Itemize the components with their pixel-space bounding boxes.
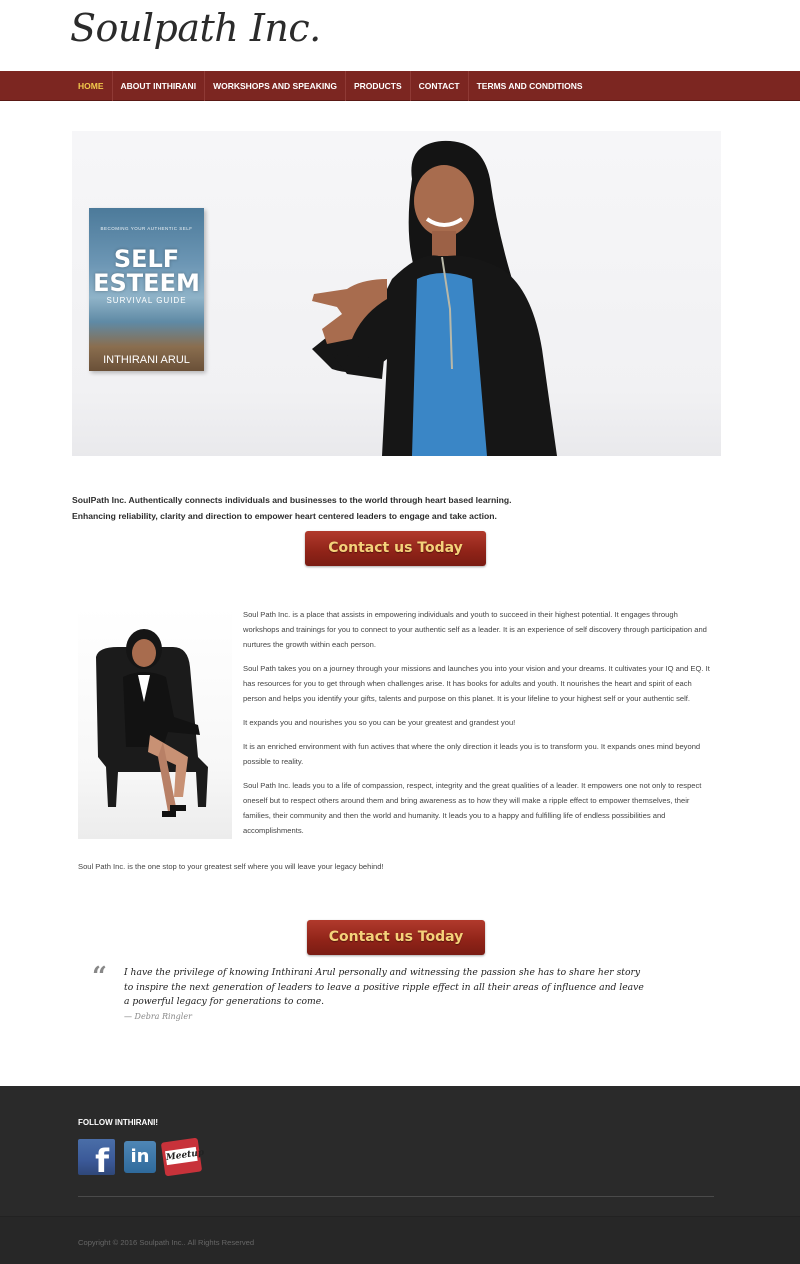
testimonial-quote: I have the privilege of knowing Inthiran… <box>124 967 644 1007</box>
book-subtitle: SURVIVAL GUIDE <box>106 296 187 305</box>
about-closing: Soul Path Inc. is the one stop to your g… <box>78 862 384 871</box>
nav-item-home[interactable]: HOME <box>71 71 113 101</box>
about-text: Soul Path Inc. is a place that assists i… <box>243 607 715 847</box>
contact-us-button[interactable]: Contact us Today <box>305 531 486 566</box>
nav-item-about-inthirani[interactable]: ABOUT INTHIRANI <box>113 71 206 101</box>
site-footer: FOLLOW INTHIRANI! f in Meetup Copyright … <box>0 1086 800 1264</box>
testimonial-author: — Debra Ringler <box>124 1012 192 1021</box>
book-tagline: BECOMING YOUR AUTHENTIC SELF <box>100 226 193 231</box>
nav-item-products[interactable]: PRODUCTS <box>346 71 411 101</box>
meetup-icon[interactable]: Meetup <box>160 1137 205 1177</box>
facebook-icon[interactable]: f <box>78 1139 115 1175</box>
about-paragraph: Soul Path takes you on a journey through… <box>243 664 710 703</box>
quote-icon: “ <box>92 962 107 992</box>
contact-us-button-2[interactable]: Contact us Today <box>307 920 485 955</box>
book-cover[interactable]: BECOMING YOUR AUTHENTIC SELF SELF ESTEEM… <box>89 208 204 371</box>
site-logo[interactable]: Soulpath Inc. <box>70 6 321 50</box>
footer-divider <box>78 1196 714 1197</box>
hero-person-image <box>312 140 557 456</box>
book-title: SELF ESTEEM <box>93 245 200 297</box>
book-author: INTHIRANI ARUL <box>103 354 190 366</box>
intro-text: SoulPath Inc. Authentically connects ind… <box>72 493 511 524</box>
intro-line-1: SoulPath Inc. Authentically connects ind… <box>72 495 512 505</box>
about-person-image <box>96 629 208 817</box>
copyright-text: Copyright © 2016 Soulpath Inc.. All Righ… <box>78 1238 255 1247</box>
intro-line-2: Enhancing reliability, clarity and direc… <box>72 510 497 521</box>
hero-banner: BECOMING YOUR AUTHENTIC SELF SELF ESTEEM… <box>72 131 721 456</box>
follow-heading: FOLLOW INTHIRANI! <box>78 1118 158 1127</box>
meetup-label: Meetup <box>165 1146 205 1166</box>
linkedin-icon[interactable]: in <box>124 1141 156 1173</box>
nav-item-contact[interactable]: CONTACT <box>411 71 469 101</box>
about-photo <box>78 607 232 839</box>
about-paragraph: Soul Path Inc. leads you to a life of co… <box>243 781 702 835</box>
site-header: Soulpath Inc. <box>0 0 800 71</box>
nav-item-workshops-and-speaking[interactable]: WORKSHOPS AND SPEAKING <box>205 71 346 101</box>
about-paragraph: It expands you and nourishes you so you … <box>243 718 516 727</box>
main-nav: HOME ABOUT INTHIRANI WORKSHOPS AND SPEAK… <box>0 71 800 101</box>
about-paragraph: It is an enriched environment with fun a… <box>243 742 701 766</box>
about-paragraph: Soul Path Inc. is a place that assists i… <box>243 610 707 649</box>
nav-item-terms-and-conditions[interactable]: TERMS AND CONDITIONS <box>469 71 591 101</box>
